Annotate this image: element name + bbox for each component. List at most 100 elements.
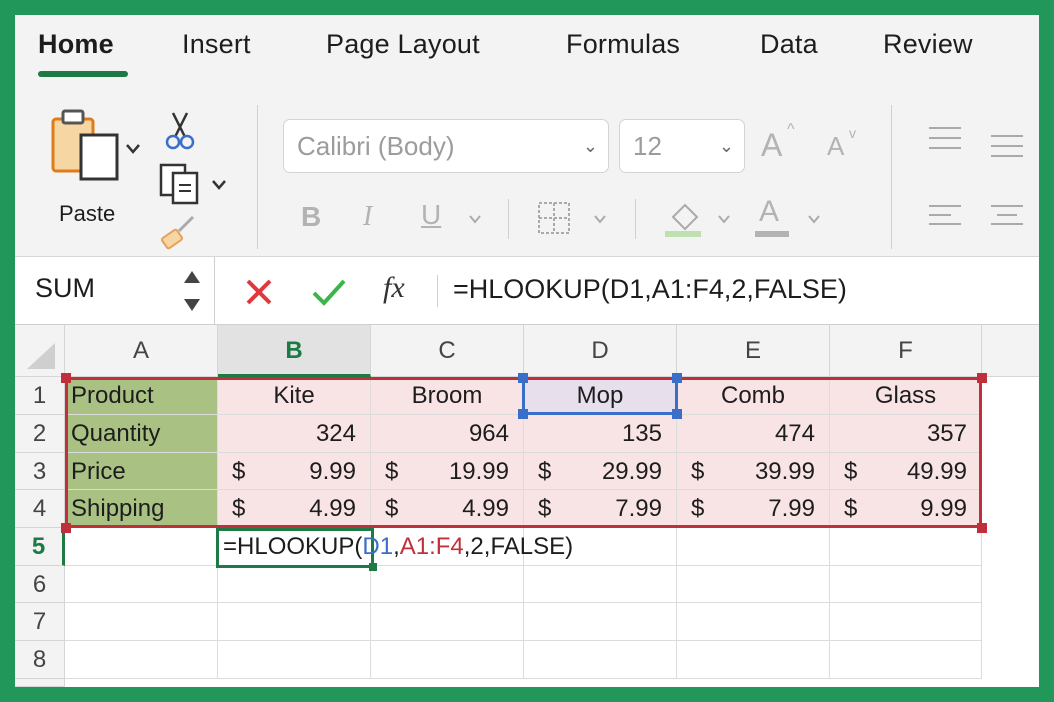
row-header-8[interactable]: 8 (15, 641, 65, 679)
underline-dropdown-chevron-icon[interactable] (468, 214, 482, 224)
cell-f7[interactable] (830, 603, 982, 641)
cell-e8[interactable] (677, 641, 830, 679)
tab-home[interactable]: Home (38, 29, 114, 60)
down-caret-icon: v (849, 125, 856, 141)
paste-dropdown-chevron-icon[interactable] (125, 143, 141, 155)
align-top-icon[interactable] (927, 125, 963, 151)
active-tab-indicator (38, 71, 128, 77)
row-header-7[interactable]: 7 (15, 603, 65, 641)
ribbon-divider (257, 105, 258, 249)
tab-data[interactable]: Data (760, 29, 818, 60)
format-painter-icon[interactable] (161, 213, 201, 253)
tab-formulas[interactable]: Formulas (566, 29, 680, 60)
reference-handle[interactable] (518, 409, 528, 419)
row-header-5[interactable]: 5 (15, 528, 65, 566)
cell-e7[interactable] (677, 603, 830, 641)
reference-handle[interactable] (672, 373, 682, 383)
formula-ref-d1: D1 (362, 533, 394, 560)
font-size-dropdown[interactable]: 12 ⌄ (619, 119, 745, 173)
column-header-c[interactable]: C (371, 325, 524, 377)
name-box[interactable]: SUM (15, 257, 215, 325)
row-header-1[interactable]: 1 (15, 377, 65, 415)
tab-review[interactable]: Review (883, 29, 973, 60)
cell-d8[interactable] (524, 641, 677, 679)
column-header-e[interactable]: E (677, 325, 830, 377)
row-header-2[interactable]: 2 (15, 415, 65, 453)
cell-a8[interactable] (65, 641, 218, 679)
reference-highlight-d1 (522, 377, 678, 415)
cut-icon[interactable] (165, 111, 195, 151)
select-all-corner[interactable] (15, 325, 65, 377)
column-header-g[interactable] (982, 325, 1039, 377)
cell-f6[interactable] (830, 566, 982, 603)
cell-b7[interactable] (218, 603, 371, 641)
cancel-icon[interactable] (244, 277, 274, 307)
decrease-font-size-icon[interactable]: A (827, 131, 844, 162)
column-header-a[interactable]: A (65, 325, 218, 377)
ribbon-divider (508, 199, 509, 239)
row-header-6[interactable]: 6 (15, 566, 65, 603)
range-handle[interactable] (977, 373, 987, 383)
formula-ref-a1-f4: A1:F4 (399, 533, 464, 560)
range-handle[interactable] (977, 523, 987, 533)
fill-color-icon[interactable] (665, 197, 703, 239)
cell-e6[interactable] (677, 566, 830, 603)
font-color-icon[interactable]: A (759, 195, 779, 229)
cell-d6[interactable] (524, 566, 677, 603)
font-name-dropdown[interactable]: Calibri (Body) ⌄ (283, 119, 609, 173)
underline-button[interactable]: U (421, 199, 441, 231)
paste-icon[interactable] (51, 105, 123, 187)
cell-f8[interactable] (830, 641, 982, 679)
column-header-b[interactable]: B (218, 325, 371, 377)
name-box-stepper-icon[interactable] (183, 269, 201, 313)
row-header-4[interactable]: 4 (15, 490, 65, 528)
align-center-icon[interactable] (989, 203, 1025, 233)
up-caret-icon: ^ (787, 121, 795, 138)
cell-f5[interactable] (830, 528, 982, 566)
align-middle-icon[interactable] (989, 133, 1025, 159)
formula-args: ,2,FALSE) (463, 533, 574, 560)
range-handle[interactable] (61, 523, 71, 533)
font-name-value: Calibri (Body) (297, 131, 455, 161)
cell-b5-formula[interactable]: =HLOOKUP(D1,A1:F4,2,FALSE) (223, 528, 573, 566)
cell-b8[interactable] (218, 641, 371, 679)
column-header-f[interactable]: F (830, 325, 982, 377)
cell-a7[interactable] (65, 603, 218, 641)
cell-d7[interactable] (524, 603, 677, 641)
fill-color-dropdown-chevron-icon[interactable] (717, 214, 731, 224)
insert-function-icon[interactable]: fx (383, 271, 405, 305)
cell-a6[interactable] (65, 566, 218, 603)
font-color-dropdown-chevron-icon[interactable] (807, 214, 821, 224)
tab-page-layout[interactable]: Page Layout (326, 29, 480, 60)
font-size-value: 12 (633, 131, 662, 161)
tab-insert[interactable]: Insert (182, 29, 251, 60)
cell-c8[interactable] (371, 641, 524, 679)
copy-dropdown-chevron-icon[interactable] (211, 179, 227, 191)
borders-dropdown-chevron-icon[interactable] (593, 214, 607, 224)
increase-font-size-icon[interactable]: A (761, 127, 782, 164)
column-header-d[interactable]: D (524, 325, 677, 377)
chevron-down-icon: ⌄ (582, 136, 598, 156)
row-header-3[interactable]: 3 (15, 453, 65, 490)
cell-c6[interactable] (371, 566, 524, 603)
formula-input[interactable]: =HLOOKUP(D1,A1:F4,2,FALSE) (453, 274, 847, 305)
reference-handle[interactable] (518, 373, 528, 383)
cell-e5[interactable] (677, 528, 830, 566)
reference-handle[interactable] (672, 409, 682, 419)
paste-label[interactable]: Paste (59, 201, 115, 227)
cell-c7[interactable] (371, 603, 524, 641)
align-left-icon[interactable] (927, 203, 963, 233)
borders-icon[interactable] (537, 201, 571, 235)
range-handle[interactable] (61, 373, 71, 383)
cell-a5[interactable] (65, 528, 218, 566)
formula-function: =HLOOKUP( (223, 533, 363, 560)
formula-comma: , (393, 533, 400, 560)
cell-b6[interactable] (218, 566, 371, 603)
copy-icon[interactable] (159, 163, 203, 207)
bold-button[interactable]: B (301, 201, 321, 233)
select-all-triangle-icon (27, 343, 55, 369)
enter-check-icon[interactable] (311, 277, 347, 307)
italic-button[interactable]: I (363, 201, 372, 233)
row-header-9[interactable] (15, 679, 65, 687)
ribbon-tabs: Home Insert Page Layout Formulas Data Re… (15, 15, 1039, 97)
